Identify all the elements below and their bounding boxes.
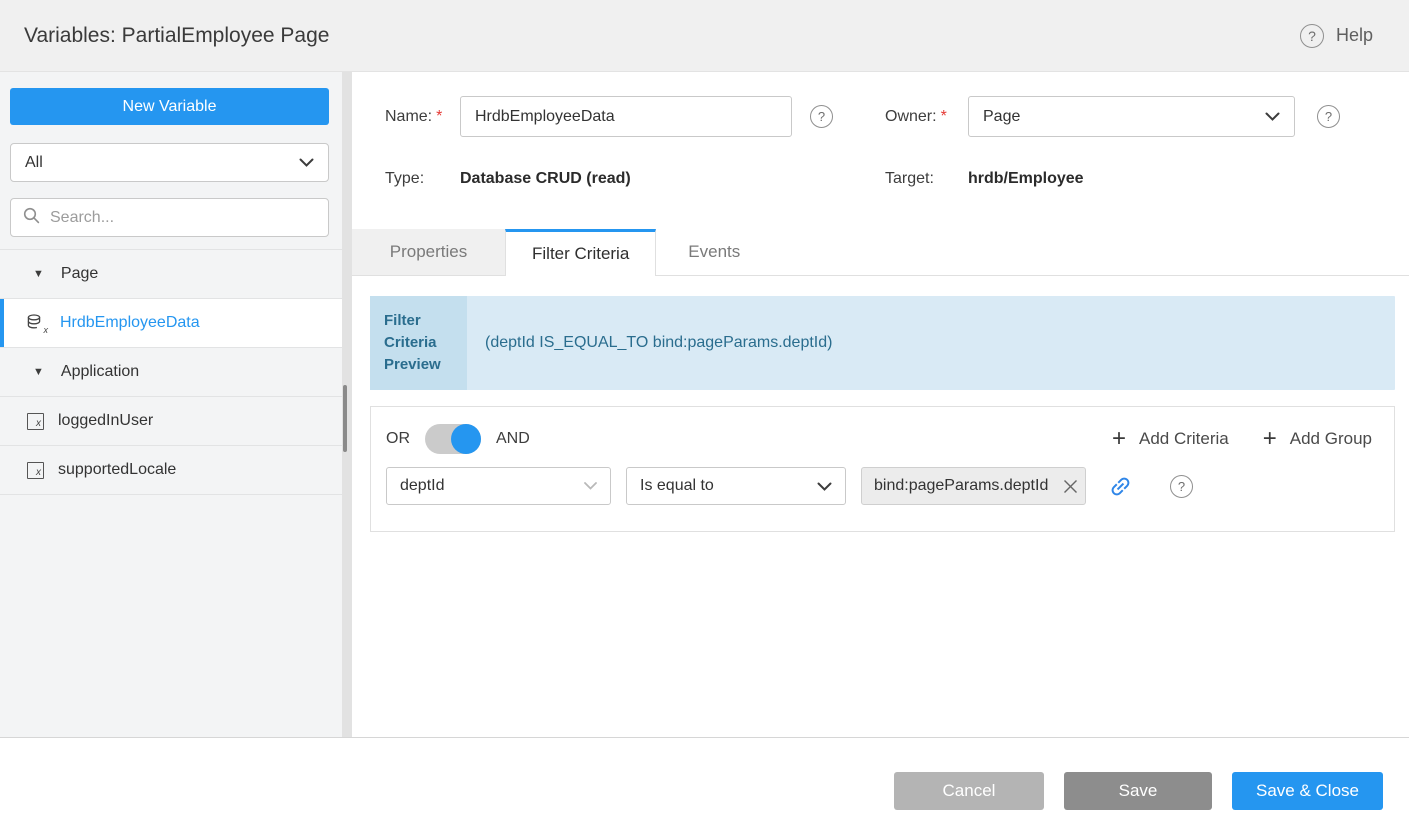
tree-group-page[interactable]: ▼ Page (0, 249, 342, 298)
tree-group-label: Application (61, 363, 139, 381)
help-button[interactable]: ? Help (1300, 24, 1373, 48)
toggle-knob (451, 424, 481, 454)
save-button[interactable]: Save (1064, 772, 1212, 810)
type-label: Type: (385, 170, 460, 188)
tab-events[interactable]: Events (656, 229, 772, 275)
target-label: Target: (885, 170, 968, 188)
chevron-down-icon (817, 482, 832, 491)
required-marker: * (436, 108, 442, 125)
variable-editor-panel: Name:* ? Owner:* Page ? Type: Database C… (352, 72, 1409, 737)
name-input[interactable] (460, 96, 792, 137)
criteria-help-icon[interactable]: ? (1170, 475, 1193, 498)
filter-criteria-preview: Filter Criteria Preview (deptId IS_EQUAL… (370, 296, 1395, 390)
variable-filter-select[interactable]: All (10, 143, 329, 182)
tree-item-label: supportedLocale (58, 461, 176, 479)
plus-icon: + (1263, 427, 1277, 451)
save-and-close-button[interactable]: Save & Close (1232, 772, 1383, 810)
tab-properties[interactable]: Properties (352, 229, 505, 275)
variable-search-input[interactable] (50, 209, 316, 227)
tree-group-label: Page (61, 265, 98, 283)
owner-field-row: Owner:* Page ? (885, 96, 1340, 137)
criteria-condition-select[interactable]: Is equal to (626, 467, 846, 505)
tree-item-loggedinuser[interactable]: x loggedInUser (0, 396, 342, 445)
logic-toggle-group: OR AND (386, 424, 530, 454)
add-criteria-button[interactable]: + Add Criteria (1112, 427, 1229, 451)
help-label: Help (1336, 25, 1373, 46)
editor-tabs: Properties Filter Criteria Events (352, 229, 1409, 276)
database-crud-icon: x (27, 314, 46, 333)
dialog-header: Variables: PartialEmployee Page ? Help (0, 0, 1409, 72)
sidebar-scrollbar[interactable] (342, 72, 352, 737)
page-title: Variables: PartialEmployee Page (24, 24, 329, 48)
bind-link-icon[interactable] (1108, 474, 1133, 499)
model-variable-icon: x (27, 413, 44, 430)
variable-filter-value: All (25, 154, 43, 172)
name-label: Name:* (385, 108, 460, 126)
criteria-field-select[interactable]: deptId (386, 467, 611, 505)
new-variable-button[interactable]: New Variable (10, 88, 329, 125)
criteria-group: OR AND + Add Criteria + Add Group deptId (370, 406, 1395, 532)
owner-select[interactable]: Page (968, 96, 1295, 137)
plus-icon: + (1112, 427, 1126, 451)
bind-expression: bind:pageParams.deptId (874, 477, 1048, 495)
target-row: Target: hrdb/Employee (885, 170, 1084, 188)
variables-sidebar: New Variable All ▼ Page x HrdbEmployeeDa… (0, 72, 342, 737)
tree-item-label: HrdbEmployeeData (60, 314, 200, 332)
triangle-down-icon: ▼ (33, 269, 44, 280)
chevron-down-icon (584, 482, 597, 490)
name-field-row: Name:* ? (385, 96, 833, 137)
variables-tree: ▼ Page x HrdbEmployeeData ▼ Application … (0, 249, 342, 495)
tab-filter-criteria[interactable]: Filter Criteria (505, 229, 656, 276)
type-value: Database CRUD (read) (460, 170, 631, 188)
owner-value: Page (983, 108, 1020, 126)
or-label: OR (386, 430, 410, 448)
criteria-value-chip[interactable]: bind:pageParams.deptId (861, 467, 1086, 505)
name-help-icon[interactable]: ? (810, 105, 833, 128)
chevron-down-icon (299, 158, 314, 167)
criteria-field-value: deptId (400, 477, 444, 495)
tree-group-application[interactable]: ▼ Application (0, 347, 342, 396)
tree-item-supportedlocale[interactable]: x supportedLocale (0, 445, 342, 494)
target-value: hrdb/Employee (968, 170, 1084, 188)
tree-item-label: loggedInUser (58, 412, 153, 430)
add-group-button[interactable]: + Add Group (1263, 427, 1372, 451)
or-and-toggle[interactable] (425, 424, 481, 454)
owner-help-icon[interactable]: ? (1317, 105, 1340, 128)
cancel-button[interactable]: Cancel (894, 772, 1044, 810)
help-circle-icon: ? (1300, 24, 1324, 48)
triangle-down-icon: ▼ (33, 367, 44, 378)
chevron-down-icon (1265, 112, 1280, 121)
model-variable-icon: x (27, 462, 44, 479)
search-icon (23, 207, 40, 229)
variable-search-box (10, 198, 329, 237)
owner-label: Owner:* (885, 108, 968, 126)
and-label: AND (496, 430, 530, 448)
scrollbar-thumb[interactable] (343, 385, 347, 452)
clear-value-icon[interactable] (1062, 478, 1079, 495)
dialog-footer: Cancel Save Save & Close (0, 737, 1409, 838)
criteria-condition-value: Is equal to (640, 477, 714, 495)
preview-expression: (deptId IS_EQUAL_TO bind:pageParams.dept… (467, 296, 1395, 390)
tree-item-hrdbemployeedata[interactable]: x HrdbEmployeeData (0, 298, 342, 347)
required-marker: * (941, 108, 947, 125)
preview-label: Filter Criteria Preview (370, 296, 467, 390)
type-row: Type: Database CRUD (read) (385, 170, 631, 188)
